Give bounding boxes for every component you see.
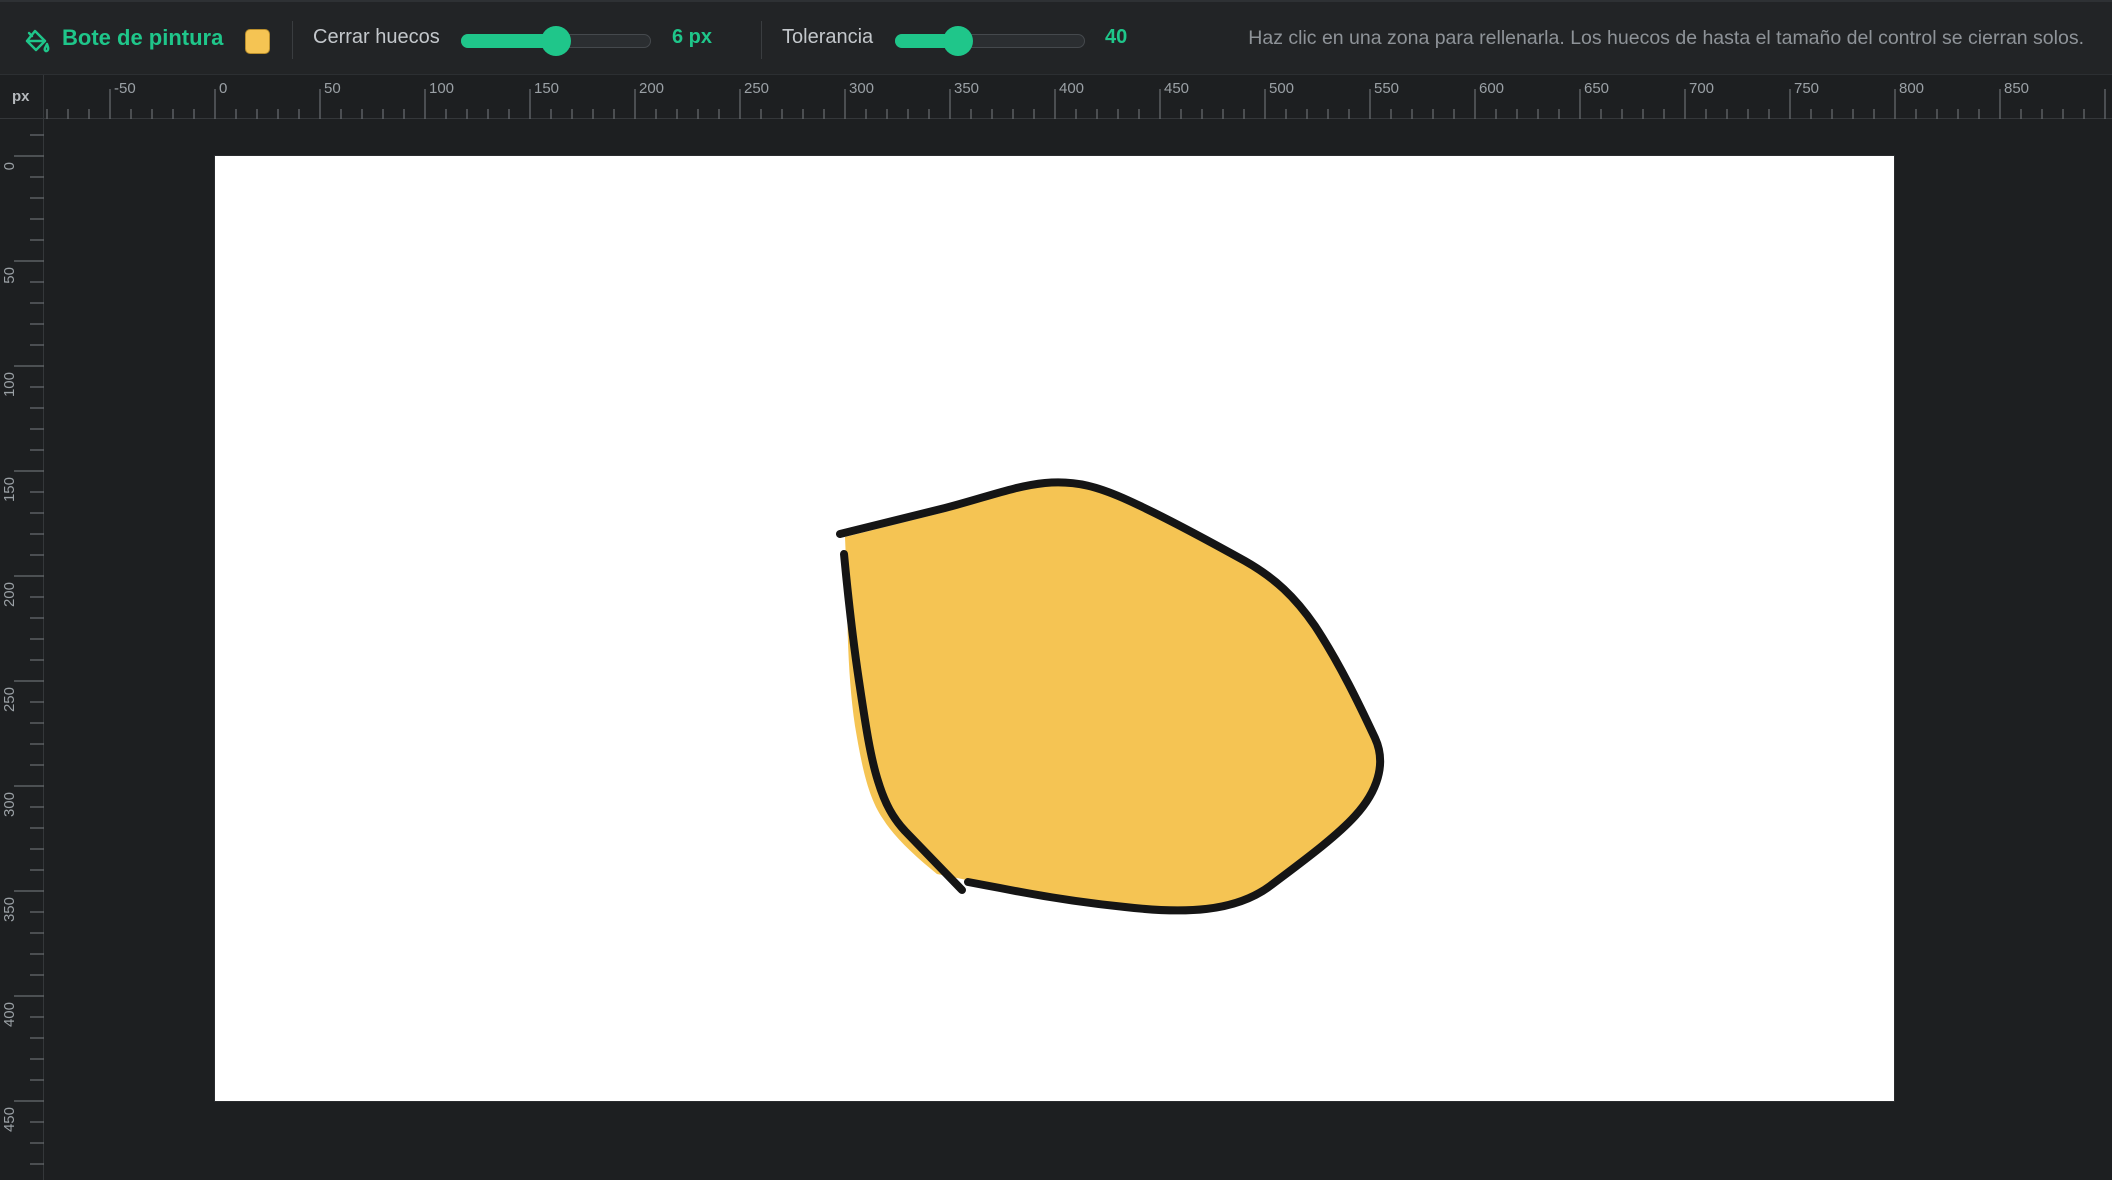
ruler-label: 750 [1794,80,1819,97]
tolerance-slider[interactable] [895,26,1085,56]
toolbar-separator [292,21,293,59]
ruler-label: 250 [744,80,769,97]
ruler-label: 200 [639,80,664,97]
ruler-label: 300 [1,792,18,817]
filled-region[interactable] [845,482,1381,910]
ruler-label: 400 [1,1002,18,1027]
toolbar-separator [761,21,762,59]
ruler-label: 100 [1,372,18,397]
drawing-layer [836,478,1385,915]
horizontal-ruler[interactable]: -50 0 50 100 150 200 250 300 350 400 450 500 550 600 6… [44,75,2112,119]
tolerance-value: 40 [1105,26,1128,48]
fill-color-swatch[interactable] [245,29,270,54]
horizontal-ruler-ticks: -50 0 50 100 150 200 250 300 350 400 450 500 550 600 6… [46,80,2106,119]
vertical-ruler-ticks: 0 50 100 150 200 250 300 350 400 450 [1,134,44,1165]
ruler-label: 100 [429,80,454,97]
slider-thumb[interactable] [942,26,973,56]
paint-bucket-icon[interactable] [23,28,51,56]
ruler-label: 300 [849,80,874,97]
drawing-canvas[interactable] [215,156,1894,1101]
ruler-label: 50 [324,80,341,97]
ruler-label: 500 [1269,80,1294,97]
gap-close-value: 6 px [672,26,713,48]
ruler-label: 700 [1689,80,1714,97]
ruler-label: 0 [1,162,18,170]
ruler-label: 400 [1059,80,1084,97]
workspace[interactable] [44,119,2112,1180]
ruler-label: 150 [1,477,18,502]
ruler-label: 450 [1164,80,1189,97]
vertical-ruler[interactable]: 0 50 100 150 200 250 300 350 400 450 [0,119,44,1180]
toolbar: Bote de pintura Cerrar huecos 6 px Toler… [0,0,2112,75]
ruler-label: 800 [1899,80,1924,97]
ruler-label: 450 [1,1107,18,1132]
ruler-label: 350 [1,897,18,922]
tolerance-label: Tolerancia [782,26,874,48]
ruler-corner: px [0,75,44,119]
ruler-label: 250 [1,687,18,712]
gap-close-label: Cerrar huecos [313,26,440,48]
ruler-label: 850 [2004,80,2029,97]
ruler-label: 350 [954,80,979,97]
ruler-label: 550 [1374,80,1399,97]
ruler-label: 150 [534,80,559,97]
slider-thumb[interactable] [541,26,571,56]
gap-close-slider[interactable] [461,26,651,56]
ruler-label: -50 [114,80,136,97]
ruler-label: 600 [1479,80,1504,97]
ruler-label: 650 [1584,80,1609,97]
hint-text: Haz clic en una zona para rellenarla. Lo… [1248,27,2084,49]
ruler-label: 0 [219,80,227,97]
ruler-unit-label: px [12,88,30,105]
tool-name: Bote de pintura [62,25,224,50]
ruler-label: 200 [1,582,18,607]
ruler-label: 50 [1,267,18,284]
